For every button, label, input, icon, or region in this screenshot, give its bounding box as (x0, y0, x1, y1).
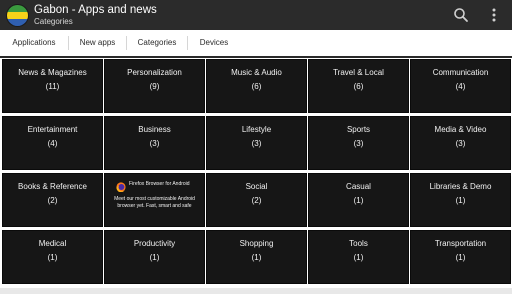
category-name: Personalization (127, 68, 182, 77)
screen-subtitle: Categories (34, 17, 73, 26)
gabon-flag-icon[interactable] (7, 5, 28, 26)
tab-new-apps[interactable]: New apps (69, 30, 126, 56)
search-icon[interactable] (452, 6, 470, 24)
category-name: Communication (432, 68, 489, 77)
category-tile-social[interactable]: Social (2) (207, 174, 306, 226)
category-tile-music-audio[interactable]: Music & Audio (6) (207, 60, 306, 112)
category-name: Lifestyle (241, 125, 272, 134)
category-name: Productivity (133, 239, 176, 248)
tab-categories[interactable]: Categories (127, 30, 187, 56)
category-tile-tools[interactable]: Tools (1) (309, 231, 408, 283)
ad-tile-firefox[interactable]: Firefox Browser for Android Meet our mos… (105, 174, 204, 226)
category-tile-media-video[interactable]: Media & Video (3) (411, 117, 510, 169)
category-tile-sports[interactable]: Sports (3) (309, 117, 408, 169)
category-name: Transportation (434, 239, 487, 248)
tab-bar: Applications New apps Categories Devices (0, 30, 512, 58)
category-tile-casual[interactable]: Casual (1) (309, 174, 408, 226)
category-name: Libraries & Demo (429, 182, 492, 191)
category-tile-medical[interactable]: Medical (1) (3, 231, 102, 283)
category-name: Entertainment (27, 125, 78, 134)
category-tile-transportation[interactable]: Transportation (1) (411, 231, 510, 283)
category-count: (2) (251, 196, 262, 205)
category-tile-productivity[interactable]: Productivity (1) (105, 231, 204, 283)
category-count: (4) (455, 82, 466, 91)
category-tile-travel-local[interactable]: Travel & Local (6) (309, 60, 408, 112)
category-tile-business[interactable]: Business (3) (105, 117, 204, 169)
category-count: (4) (47, 139, 58, 148)
category-name: Shopping (239, 239, 274, 248)
category-name: Business (138, 125, 171, 134)
category-name: Sports (346, 125, 371, 134)
category-tile-shopping[interactable]: Shopping (1) (207, 231, 306, 283)
category-tile-news-magazines[interactable]: News & Magazines (11) (3, 60, 102, 112)
category-count: (1) (455, 253, 466, 262)
category-tile-entertainment[interactable]: Entertainment (4) (3, 117, 102, 169)
category-name: Medical (38, 239, 67, 248)
overflow-menu-icon[interactable] (488, 6, 500, 24)
category-tile-books-reference[interactable]: Books & Reference (2) (3, 174, 102, 226)
category-count: (1) (353, 253, 364, 262)
category-count: (2) (47, 196, 58, 205)
category-count: (1) (353, 196, 364, 205)
category-count: (3) (455, 139, 466, 148)
category-count: (1) (455, 196, 466, 205)
category-name: Books & Reference (18, 182, 87, 191)
bottom-edge (0, 288, 512, 294)
category-tile-lifestyle[interactable]: Lifestyle (3) (207, 117, 306, 169)
ad-title: Firefox Browser for Android (129, 181, 190, 187)
category-name: Music & Audio (231, 68, 282, 77)
category-count: (1) (47, 253, 58, 262)
category-name: Casual (346, 182, 371, 191)
category-name: Tools (349, 239, 368, 248)
category-count: (3) (353, 139, 364, 148)
category-count: (11) (45, 82, 60, 91)
firefox-logo-icon (116, 179, 126, 193)
category-grid: News & Magazines (11) Personalization (9… (0, 58, 512, 294)
category-name: News & Magazines (18, 68, 87, 77)
category-count: (1) (149, 253, 160, 262)
category-tile-communication[interactable]: Communication (4) (411, 60, 510, 112)
tab-devices[interactable]: Devices (188, 30, 240, 56)
category-tile-libraries-demo[interactable]: Libraries & Demo (1) (411, 174, 510, 226)
tab-applications[interactable]: Applications (0, 30, 68, 56)
action-bar: Gabon - Apps and news Categories (0, 0, 512, 30)
category-name: Social (245, 182, 268, 191)
category-count: (6) (251, 82, 262, 91)
ad-description: Meet our most customizable Android brows… (114, 196, 195, 209)
category-count: (3) (149, 139, 160, 148)
category-count: (6) (353, 82, 364, 91)
app-title: Gabon - Apps and news (34, 4, 157, 16)
category-count: (9) (149, 82, 160, 91)
category-count: (3) (251, 139, 262, 148)
category-tile-personalization[interactable]: Personalization (9) (105, 60, 204, 112)
category-name: Travel & Local (333, 68, 384, 77)
category-count: (1) (251, 253, 262, 262)
category-name: Media & Video (434, 125, 487, 134)
